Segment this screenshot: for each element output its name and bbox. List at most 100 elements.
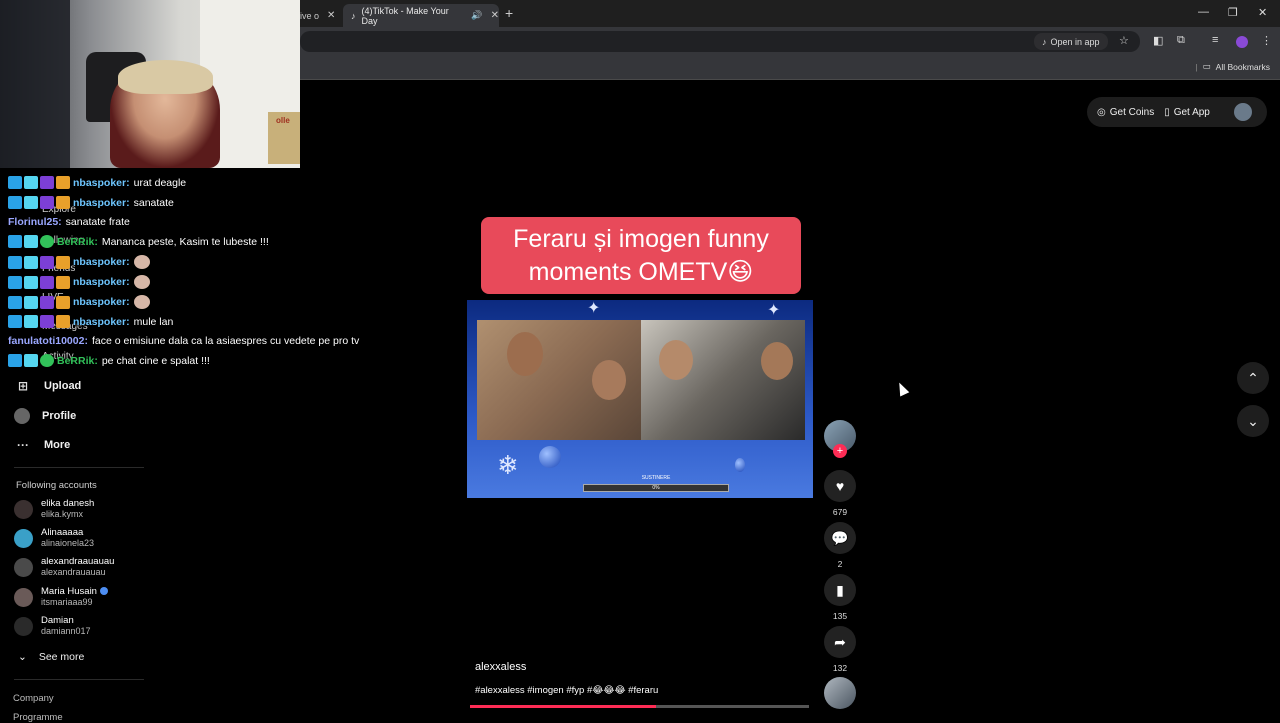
share-button[interactable]: ➦ 132 (824, 626, 856, 673)
restore-icon[interactable]: ❐ (1228, 6, 1238, 19)
chat-text: sanatate (133, 196, 174, 209)
profile-avatar[interactable] (1236, 36, 1248, 48)
see-more-button[interactable]: ⌄ See more (18, 651, 84, 663)
reading-list-icon[interactable]: ≡ (1212, 34, 1218, 46)
badge-icon (24, 315, 38, 328)
badge-icon (8, 275, 22, 289)
badge-icon (24, 176, 38, 189)
following-account[interactable]: Damian damiann017 (14, 615, 91, 637)
close-icon[interactable]: ✕ (491, 10, 499, 21)
ornament-icon (539, 446, 561, 468)
video-left-feed (477, 320, 641, 440)
tiktok-icon: ♪ (351, 10, 356, 21)
video-caption: #alexxaless #imogen #fyp #😂😂😂 #feraru (475, 685, 659, 696)
badge-icon (24, 255, 38, 269)
kebab-menu-icon[interactable]: ⋮ (1261, 34, 1272, 47)
person-face (507, 332, 543, 376)
chat-username: nbaspoker: (73, 176, 130, 189)
footer-programme-link[interactable]: Programme (13, 712, 63, 723)
open-in-app-button[interactable]: ♪ Open in app (1034, 33, 1108, 50)
profile-avatar-icon (14, 408, 30, 424)
minimize-icon[interactable]: — (1198, 6, 1209, 18)
account-name: Alinaaaaa (41, 527, 84, 538)
avatar (14, 616, 33, 636)
account-name: Maria Husain (41, 586, 97, 597)
footer-company-link[interactable]: Company (13, 693, 54, 704)
nav-more[interactable]: ··· More (14, 438, 70, 452)
nav-profile[interactable]: Profile (14, 408, 76, 424)
following-account[interactable]: Alinaaaaa alinaionela23 (14, 527, 94, 549)
verified-icon (99, 587, 108, 596)
snowflake-icon: ✦ (767, 302, 781, 319)
close-window-icon[interactable]: ✕ (1258, 6, 1267, 19)
video-player[interactable]: ✦ ❄ ✦ SUSTINERE 0% (467, 300, 813, 498)
chat-badges (8, 275, 70, 289)
get-coins-label: Get Coins (1109, 106, 1155, 118)
badge-icon (40, 295, 54, 309)
chat-username: nbaspoker: (73, 296, 130, 308)
folder-icon: ▭ (1202, 61, 1211, 71)
person-face (592, 360, 626, 400)
support-progress-value: 0% (652, 485, 660, 491)
new-tab-button[interactable]: + (505, 5, 513, 21)
chevron-down-icon: ⌄ (1247, 412, 1259, 429)
following-account[interactable]: alexandraauauau alexandrauauau (14, 556, 114, 578)
previous-video-button[interactable]: ⌃ (1237, 362, 1269, 394)
ornament-icon (735, 458, 745, 472)
speaker-icon[interactable]: 🔊 (471, 10, 482, 21)
snowflake-icon: ❄ (497, 450, 519, 480)
badge-icon (40, 315, 54, 328)
badge-icon (56, 295, 70, 309)
user-avatar[interactable] (1233, 103, 1252, 121)
nav-upload-label: Upload (44, 380, 82, 392)
follow-button[interactable]: + (833, 444, 847, 458)
badge-icon (24, 295, 38, 309)
nav-profile-label: Profile (42, 410, 77, 422)
account-handle: elika.kymx (41, 509, 84, 519)
tab-previous[interactable]: ive o ✕ (300, 4, 340, 27)
open-in-app-label: Open in app (1050, 36, 1100, 47)
all-bookmarks-button[interactable]: | ▭ All Bookmarks (1195, 61, 1270, 72)
nav-more-label: More (44, 439, 71, 451)
person-face (659, 340, 693, 380)
badge-icon (40, 196, 54, 209)
video-author[interactable]: alexxaless (475, 661, 526, 673)
account-name: elika danesh (41, 498, 95, 509)
puzzle-icon[interactable]: ⧉ (1177, 34, 1185, 47)
next-video-button[interactable]: ⌄ (1237, 405, 1269, 437)
following-account[interactable]: Maria Husain itsmariaaa99 (14, 586, 108, 608)
nav-upload[interactable]: ⊞ Upload (14, 379, 81, 393)
music-disc-avatar[interactable] (824, 677, 856, 709)
close-icon[interactable]: ✕ (327, 10, 335, 21)
video-seekbar[interactable] (470, 705, 809, 708)
bookmark-icon: ▮ (824, 574, 856, 606)
star-icon[interactable]: ☆ (1119, 34, 1129, 47)
save-button[interactable]: ▮ 135 (824, 574, 856, 621)
coin-icon: ◎ (1097, 106, 1106, 118)
get-app-button[interactable]: ▯ Get App (1164, 107, 1210, 118)
phone-icon: ▯ (1164, 106, 1170, 118)
tab-tiktok[interactable]: ♪ (4)TikTok - Make Your Day 🔊 ✕ (343, 4, 499, 27)
address-field[interactable] (300, 31, 1140, 52)
chat-text: pe chat cine e spalat !!! (101, 354, 210, 367)
comment-button[interactable]: 💬 2 (824, 522, 856, 569)
more-icon: ··· (17, 438, 29, 452)
like-button[interactable]: ♥ 679 (824, 470, 856, 517)
badge-icon (40, 275, 54, 289)
chat-username: nbaspoker: (73, 256, 130, 268)
emote-icon (133, 255, 150, 269)
badge-icon (8, 235, 22, 248)
webcam-overlay: olle (0, 0, 300, 168)
tab-tiktok-label: (4)TikTok - Make Your Day (361, 5, 449, 26)
chat-message: nbaspoker: (8, 295, 150, 309)
get-coins-button[interactable]: ◎ Get Coins (1097, 107, 1154, 118)
extension-icon[interactable]: ◧ (1153, 34, 1163, 47)
following-account[interactable]: elika danesh elika.kymx (14, 498, 94, 520)
badge-icon (40, 235, 54, 248)
chat-message: nbaspoker: mule lan (8, 315, 173, 328)
badge-icon (24, 275, 38, 289)
badge-icon (40, 255, 54, 269)
following-heading: Following accounts (16, 480, 97, 491)
chat-message: fanulatoti10002: face o emisiune dala ca … (8, 335, 359, 347)
divider (14, 679, 144, 680)
